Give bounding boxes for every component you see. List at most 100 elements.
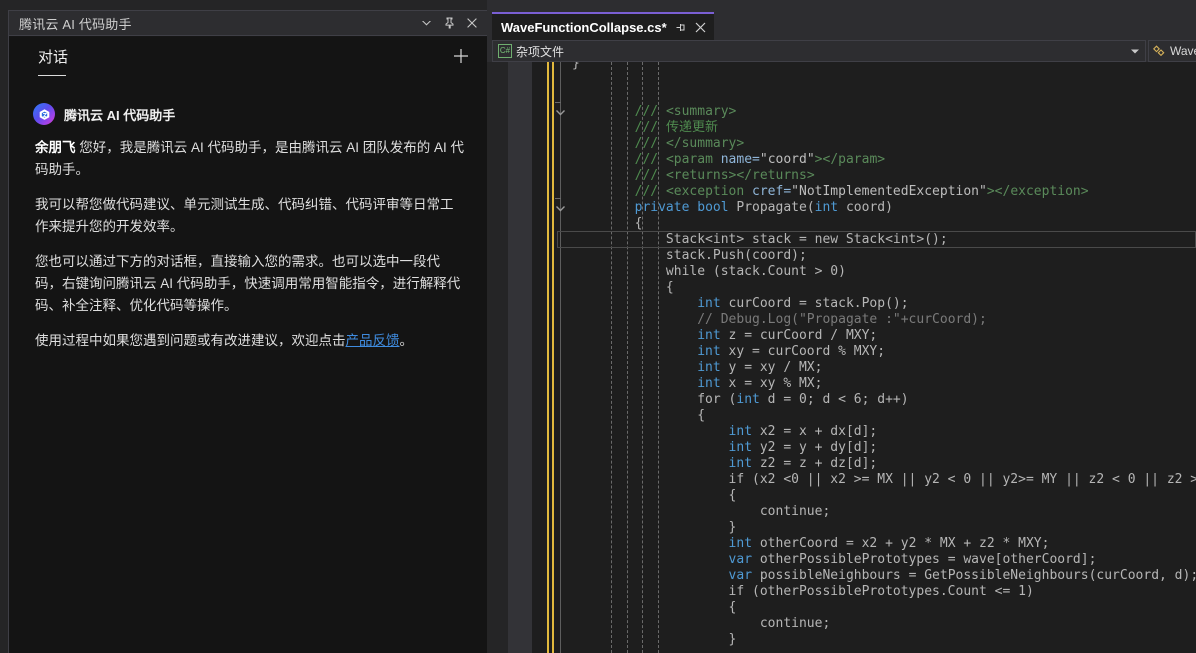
code-text[interactable]: } /// <summary> /// 传递更新 /// </summary> … — [487, 62, 1196, 653]
navbar-type-scope-dropdown[interactable]: Wave — [1148, 40, 1196, 62]
code-line[interactable]: int y = xy / MX; — [487, 360, 1196, 376]
code-token: otherCoord = x2 + y2 * MX + z2 * MXY; — [752, 536, 1050, 551]
code-token: "NotImplementedException" — [791, 184, 987, 199]
chevron-down-icon[interactable] — [419, 16, 433, 30]
code-line[interactable]: { — [487, 600, 1196, 616]
code-line[interactable] — [487, 72, 1196, 88]
code-token: curCoord = stack.Pop(); — [720, 296, 909, 311]
code-line[interactable] — [487, 648, 1196, 653]
pin-icon[interactable] — [442, 16, 456, 30]
code-line[interactable]: { — [487, 488, 1196, 504]
code-line[interactable]: stack.Push(coord); — [487, 248, 1196, 264]
avatar — [33, 103, 55, 125]
code-token: x2 = x + dx[d]; — [752, 424, 878, 439]
code-token: int — [728, 424, 753, 439]
code-line[interactable]: /// <exception cref="NotImplementedExcep… — [487, 184, 1196, 200]
code-line[interactable]: } — [487, 632, 1196, 648]
code-line[interactable]: var possibleNeighbours = GetPossibleNeig… — [487, 568, 1196, 584]
code-token: int — [728, 440, 753, 455]
code-line[interactable]: } — [487, 520, 1196, 536]
tab-dialog[interactable]: 对话 — [38, 46, 68, 74]
code-token: var — [728, 552, 753, 567]
code-line[interactable]: if (otherPossiblePrototypes.Count <= 1) — [487, 584, 1196, 600]
code-token: coord) — [838, 200, 893, 215]
message-paragraph-3: 您也可以通过下方的对话框，直接输入您的需求。也可以选中一段代码，右键询问腾讯云 … — [35, 254, 461, 313]
code-line[interactable]: int otherCoord = x2 + y2 * MX + z2 * MXY… — [487, 536, 1196, 552]
code-line[interactable]: { — [487, 408, 1196, 424]
code-line[interactable]: /// <summary> — [487, 104, 1196, 120]
code-line[interactable]: { — [487, 280, 1196, 296]
code-token: } — [572, 62, 580, 71]
code-line[interactable]: /// <param name="coord"></param> — [487, 152, 1196, 168]
code-token: <param — [665, 152, 721, 167]
code-token: x = xy % MX; — [720, 376, 823, 391]
code-line[interactable]: while (stack.Count > 0) — [487, 264, 1196, 280]
message-paragraph-1: 余朋飞 您好，我是腾讯云 AI 代码助手，是由腾讯云 AI 团队发布的 AI 代… — [35, 137, 465, 181]
product-feedback-link[interactable]: 产品反馈 — [346, 333, 400, 348]
navbar-file-scope-dropdown[interactable]: C# 杂项文件 — [492, 40, 1146, 62]
navbar-file-scope-label: 杂项文件 — [516, 44, 565, 59]
editor-navigation-bar: C# 杂项文件 Wave — [487, 40, 1196, 62]
code-line[interactable]: /// 传递更新 — [487, 120, 1196, 136]
code-token: xy = curCoord % MXY; — [720, 344, 886, 359]
code-token: { — [572, 408, 706, 423]
ai-panel-body: 对话 腾讯云 AI 代码助手 余朋飞 您好，我是腾讯云 AI 代码助手，是由腾讯… — [9, 37, 487, 653]
code-token: </summary> — [665, 136, 745, 151]
code-line[interactable]: int x = xy % MX; — [487, 376, 1196, 392]
chevron-down-icon[interactable] — [1131, 49, 1139, 54]
editor-tab-wavefunctioncollapse[interactable]: WaveFunctionCollapse.cs* — [492, 12, 714, 40]
code-line[interactable]: /// </summary> — [487, 136, 1196, 152]
code-line[interactable]: for (int d = 0; d < 6; d++) — [487, 392, 1196, 408]
code-line[interactable]: if (x2 <0 || x2 >= MX || y2 < 0 || y2>= … — [487, 472, 1196, 488]
editor-tabstrip: WaveFunctionCollapse.cs* — [487, 0, 1196, 40]
code-line[interactable]: int curCoord = stack.Pop(); — [487, 296, 1196, 312]
code-line[interactable]: int xy = curCoord % MXY; — [487, 344, 1196, 360]
assistant-name: 腾讯云 AI 代码助手 — [64, 107, 176, 123]
method-member-icon — [1153, 44, 1167, 58]
code-line[interactable]: continue; — [487, 616, 1196, 632]
close-icon[interactable] — [465, 16, 479, 30]
code-token: y = xy / MX; — [720, 360, 823, 375]
pin-icon[interactable] — [674, 21, 687, 34]
code-token: var — [728, 568, 753, 583]
assistant-header: 腾讯云 AI 代码助手 — [33, 103, 175, 125]
code-token: ( — [720, 392, 737, 407]
code-surface[interactable]: } /// <summary> /// 传递更新 /// </summary> … — [487, 62, 1196, 653]
code-line[interactable]: int y2 = y + dy[d]; — [487, 440, 1196, 456]
code-line[interactable]: var otherPossiblePrototypes = wave[other… — [487, 552, 1196, 568]
code-line[interactable]: int z = curCoord / MXY; — [487, 328, 1196, 344]
code-line[interactable]: /// <returns></returns> — [487, 168, 1196, 184]
code-line[interactable] — [487, 88, 1196, 104]
ai-panel-frame: 腾讯云 AI 代码助手 对话 腾讯云 AI 代码助手 余朋飞 您好，我是腾讯云 … — [8, 10, 487, 653]
code-line[interactable]: } — [487, 62, 1196, 72]
code-line[interactable]: int x2 = x + dx[d]; — [487, 424, 1196, 440]
code-token: int — [697, 360, 721, 375]
code-token: z = curCoord / MXY; — [720, 328, 878, 343]
code-line[interactable]: { — [487, 216, 1196, 232]
code-line[interactable]: // Debug.Log("Propagate :"+curCoord); — [487, 312, 1196, 328]
code-line[interactable]: continue; — [487, 504, 1196, 520]
plus-icon[interactable] — [451, 46, 471, 66]
message-paragraph-4: 使用过程中如果您遇到问题或有改进建议，欢迎点击产品反馈。 — [35, 330, 465, 352]
code-token: { — [572, 488, 737, 503]
ai-panel-tabrow: 对话 — [9, 37, 487, 81]
code-line[interactable]: int z2 = z + dz[d]; — [487, 456, 1196, 472]
code-token: name= — [720, 152, 760, 167]
navbar-type-scope-label: Wave — [1170, 44, 1196, 58]
greeting-rest: 您好，我是腾讯云 AI 代码助手，是由腾讯云 AI 团队发布的 AI 代码助手。 — [35, 140, 465, 177]
code-token: int — [814, 200, 839, 215]
code-token: private bool — [634, 200, 737, 215]
close-icon[interactable] — [694, 21, 707, 34]
code-token: while (stack.Count > 0) — [572, 264, 846, 279]
code-line[interactable]: private bool Propagate(int coord) — [487, 200, 1196, 216]
